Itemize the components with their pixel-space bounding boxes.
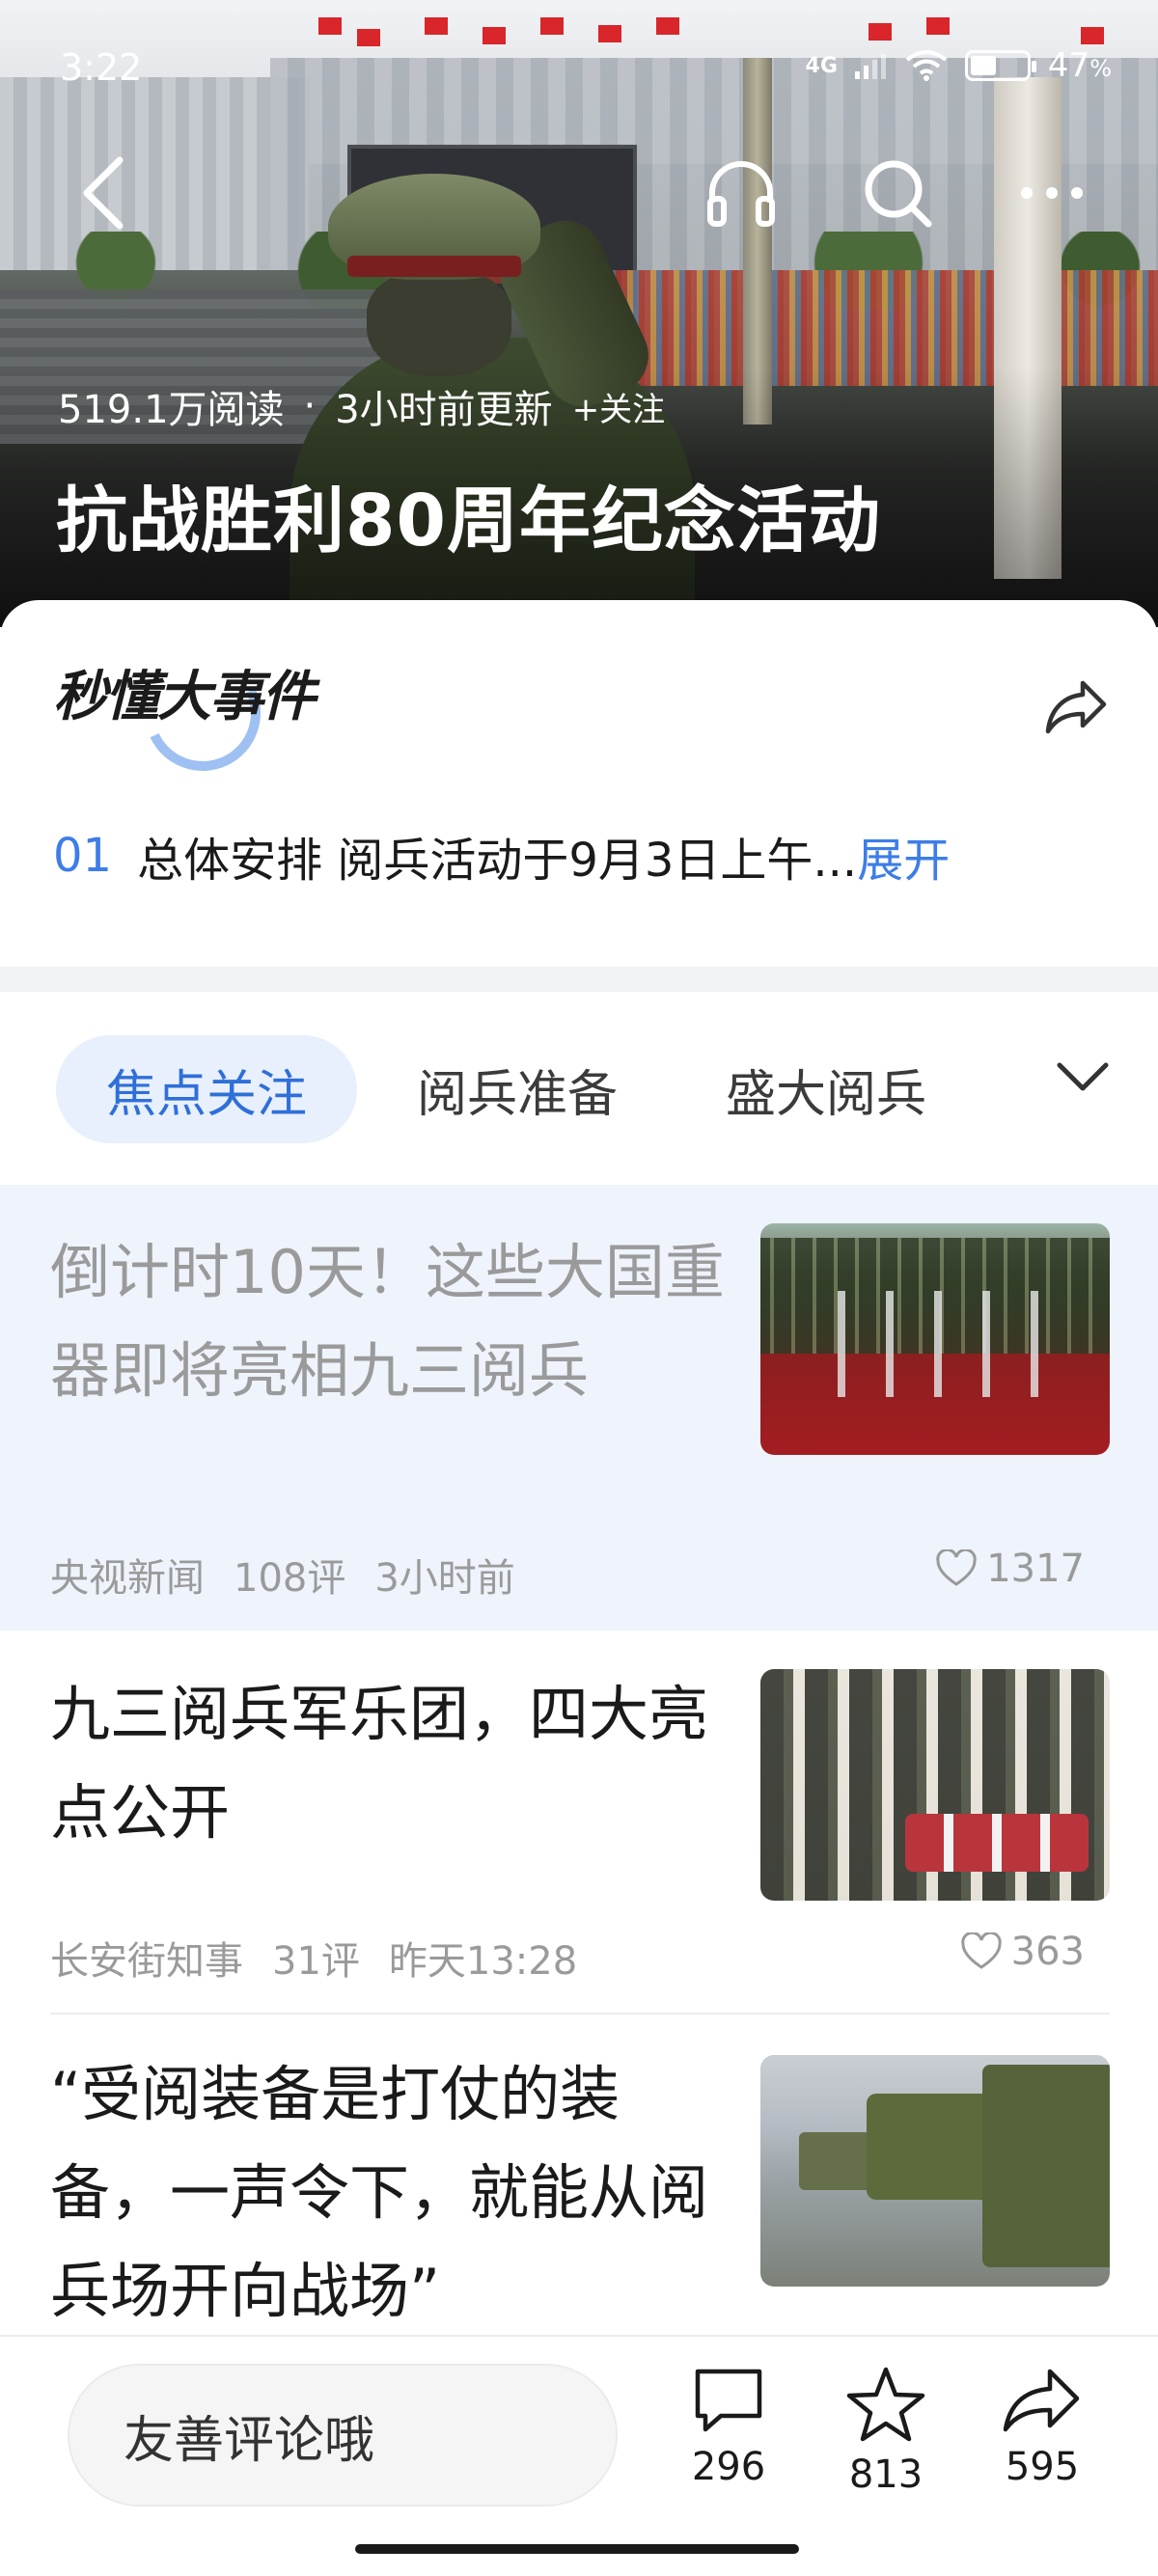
follow-button[interactable]: +关注 (572, 383, 666, 430)
article-comments: 108评 (234, 1556, 346, 1601)
tab-preparation[interactable]: 阅兵准备 (367, 1035, 668, 1143)
update-time: 3小时前更新 (335, 388, 553, 432)
battery-unit: % (1089, 55, 1112, 82)
article-thumbnail (760, 2055, 1110, 2287)
article-likes: 1317 (986, 1547, 1085, 1591)
summary-line[interactable]: 01 总体安排 阅兵活动于9月3日上午... 展开 (53, 822, 950, 890)
network-signal: 4G (805, 53, 838, 78)
heart-icon (960, 1932, 1002, 1969)
share-button[interactable]: 595 (984, 2366, 1100, 2489)
like-count: 813 (848, 2453, 924, 2497)
expand-link[interactable]: 展开 (857, 822, 950, 890)
article-title: 倒计时10天！这些大国重器即将亮相九三阅兵 (50, 1237, 725, 1406)
share-icon (1045, 680, 1107, 734)
brand-name: 秒懂大事件 (53, 666, 316, 728)
article-like-button[interactable]: 363 (960, 1930, 1085, 1974)
chevron-left-icon (83, 156, 124, 230)
share-card-button[interactable] (1044, 677, 1110, 739)
top-nav (0, 145, 1158, 251)
article-thumbnail (760, 1223, 1110, 1455)
wifi-icon (905, 50, 948, 81)
tab-focus[interactable]: 焦点关注 (56, 1035, 358, 1143)
category-tabs: 焦点关注 阅兵准备 盛大阅兵 (0, 992, 1158, 1185)
home-indicator[interactable] (355, 2544, 799, 2554)
article-item[interactable]: 倒计时10天！这些大国重器即将亮相九三阅兵 央视新闻 108评 3小时前 131… (0, 1185, 1158, 1631)
read-count: 519.1万阅读 (58, 388, 285, 432)
article-likes: 363 (1010, 1930, 1085, 1974)
article-comments: 31评 (272, 1939, 360, 1984)
more-button[interactable] (1004, 145, 1100, 241)
page-title: 抗战胜利80周年纪念活动 (56, 480, 881, 562)
article-title: 九三阅兵军乐团，四大亮点公开 (50, 1679, 709, 1848)
cell-signal-icon (854, 54, 886, 79)
article-like-button[interactable]: 1317 (936, 1547, 1085, 1591)
article-thumbnail (760, 1669, 1110, 1901)
more-dots-icon (1021, 187, 1083, 199)
meta-dot: · (303, 384, 317, 428)
article-time: 3小时前 (374, 1556, 515, 1601)
comment-button[interactable]: 296 (671, 2366, 786, 2489)
article-title: “受阅装备是打仗的装备，一声令下，就能从阅兵场开向战场” (50, 2059, 709, 2326)
headphones-icon (707, 161, 775, 227)
tab-grand-parade[interactable]: 盛大阅兵 (676, 1035, 977, 1143)
article-source: 央视新闻 (50, 1556, 205, 1601)
list-divider (50, 2013, 1110, 2014)
status-bar: 3:22 4G 47% (0, 0, 1158, 135)
comment-icon (695, 2369, 762, 2432)
star-icon (846, 2367, 925, 2442)
article-time: 昨天13:28 (388, 1939, 578, 1984)
article-source: 长安街知事 (50, 1939, 243, 1984)
comment-count: 296 (691, 2445, 766, 2489)
summary-index: 01 (53, 829, 113, 883)
like-button[interactable]: 813 (828, 2366, 944, 2497)
listen-button[interactable] (693, 145, 789, 241)
back-button[interactable] (56, 145, 152, 241)
section-divider (0, 967, 1158, 992)
article-meta: 长安街知事 31评 昨天13:28 (50, 1930, 577, 1986)
heart-icon (936, 1549, 977, 1586)
battery-level: 47 (1047, 46, 1090, 85)
search-button[interactable] (849, 145, 946, 241)
article-item[interactable]: 九三阅兵军乐团，四大亮点公开 长安街知事 31评 昨天13:28 363 (0, 1631, 1158, 2016)
search-icon (865, 160, 932, 228)
battery-icon (964, 50, 1036, 81)
article-item[interactable]: “受阅装备是打仗的装备，一声令下，就能从阅兵场开向战场” (0, 2016, 1158, 2335)
hero-meta: 519.1万阅读 · 3小时前更新 +关注 (58, 378, 665, 434)
comment-input[interactable]: 友善评论哦 (68, 2364, 618, 2507)
brand-logo: 秒懂大事件 (53, 639, 316, 787)
status-time: 3:22 (60, 46, 143, 89)
event-summary-card: 秒懂大事件 01 总体安排 阅兵活动于9月3日上午... 展开 (0, 600, 1158, 967)
chevron-down-icon (1057, 1062, 1109, 1091)
tabs-expand-button[interactable] (1056, 1059, 1110, 1098)
share-icon (1003, 2369, 1080, 2432)
bottom-action-bar: 友善评论哦 296 813 595 (0, 2335, 1158, 2576)
article-meta: 央视新闻 108评 3小时前 (50, 1547, 515, 1603)
share-count: 595 (1005, 2445, 1080, 2489)
summary-text: 总体安排 阅兵活动于9月3日上午... (137, 834, 858, 888)
